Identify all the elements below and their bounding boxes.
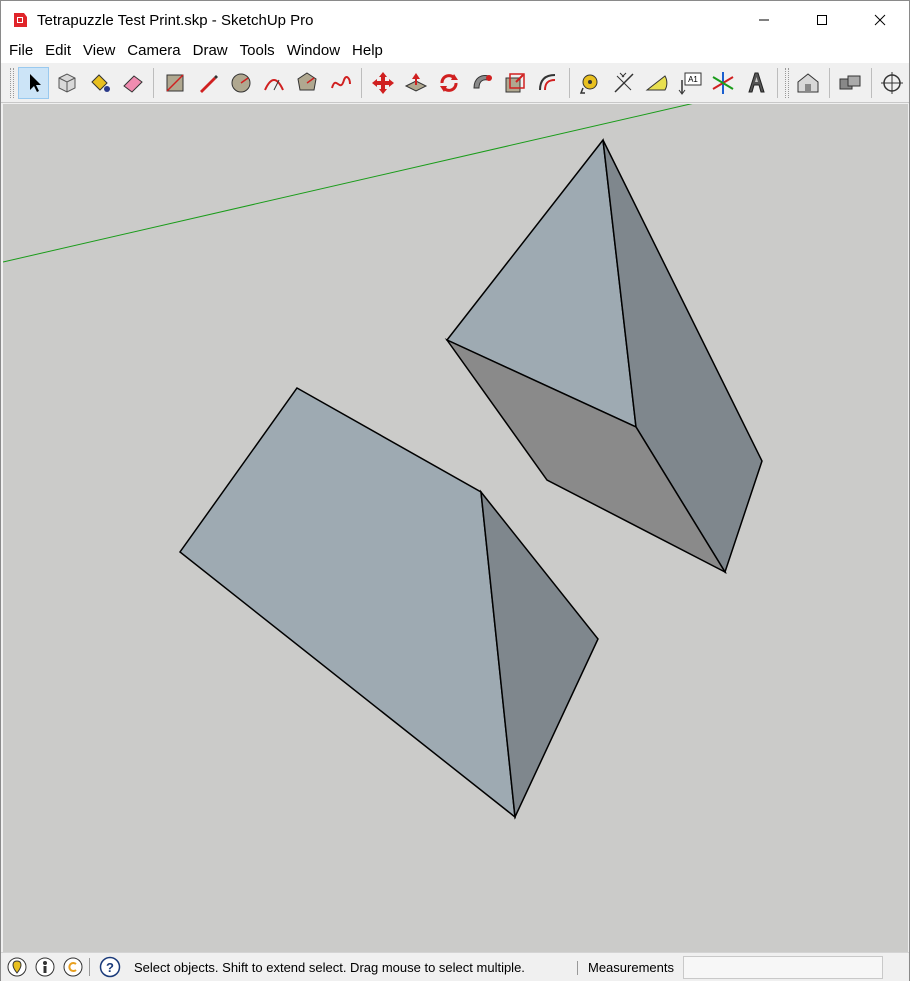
- polygon-icon: [297, 71, 318, 90]
- polygon-button[interactable]: [292, 67, 323, 99]
- sketchup-window: Tetrapuzzle Test Print.skp - SketchUp Pr…: [0, 0, 910, 981]
- circle-icon: [231, 73, 251, 92]
- rotate-icon: [439, 73, 458, 92]
- menu-draw[interactable]: Draw: [187, 39, 234, 63]
- toolbar-separator: [776, 67, 778, 98]
- position-camera-icon: [881, 71, 904, 94]
- status-bar: ? Select objects. Shift to extend select…: [1, 952, 909, 981]
- right-puzzle-piece[interactable]: [444, 138, 763, 574]
- copyright-icon: [63, 957, 83, 977]
- menu-file[interactable]: File: [3, 39, 39, 63]
- menu-edit[interactable]: Edit: [39, 39, 77, 63]
- minimize-button[interactable]: [735, 1, 793, 39]
- geo-location-icon: [7, 957, 27, 977]
- toolbar-separator: [153, 67, 155, 98]
- arc-icon: [264, 78, 285, 90]
- model-viewport[interactable]: [3, 104, 908, 952]
- geo-location-button[interactable]: [5, 955, 29, 979]
- protractor-icon: [645, 74, 667, 90]
- window-controls: [735, 1, 909, 39]
- toolbar-separator: [568, 67, 570, 98]
- toolbar-separator: [828, 67, 830, 98]
- instructor-button[interactable]: ?: [98, 955, 122, 979]
- menu-tools[interactable]: Tools: [234, 39, 281, 63]
- make-component-button[interactable]: [51, 67, 82, 99]
- svg-text:A1: A1: [688, 75, 698, 84]
- push-pull-button[interactable]: [400, 67, 431, 99]
- sketchup-logo-icon: [11, 11, 29, 29]
- maximize-icon: [817, 15, 827, 25]
- rectangle-icon: [166, 73, 184, 92]
- make-component-icon: [58, 72, 76, 93]
- move-button[interactable]: [367, 67, 398, 99]
- freehand-button[interactable]: [325, 67, 356, 99]
- credits-icon: [35, 957, 55, 977]
- measurements-input[interactable]: [683, 956, 883, 979]
- tape-measure-icon: [580, 74, 598, 94]
- eraser-icon: [123, 74, 143, 93]
- scale-icon: [505, 72, 525, 92]
- rectangle-button[interactable]: [159, 67, 190, 99]
- title-bar: Tetrapuzzle Test Print.skp - SketchUp Pr…: [1, 1, 909, 39]
- offset-button[interactable]: [533, 67, 564, 99]
- scale-button[interactable]: [500, 67, 531, 99]
- text-tool-button[interactable]: A1: [674, 67, 705, 99]
- toolbar-grip[interactable]: [10, 67, 14, 98]
- text-icon: A1: [678, 72, 702, 95]
- extension-warehouse-button[interactable]: [835, 67, 866, 99]
- push-pull-icon: [404, 72, 427, 92]
- offset-icon: [539, 73, 556, 90]
- toolbar-separator: [870, 67, 872, 98]
- warehouse-button[interactable]: [793, 67, 824, 99]
- sign-in-button[interactable]: [61, 955, 85, 979]
- close-icon: [874, 14, 886, 26]
- measurements-label: Measurements: [588, 960, 674, 975]
- position-camera-button[interactable]: [877, 67, 908, 99]
- eraser-button[interactable]: [117, 67, 148, 99]
- left-piece-top-face: [178, 387, 516, 819]
- status-divider: [89, 958, 90, 976]
- 3d-text-button[interactable]: [740, 67, 771, 99]
- menu-camera[interactable]: Camera: [121, 39, 186, 63]
- toolbar-grip[interactable]: [784, 67, 789, 98]
- circle-button[interactable]: [226, 67, 257, 99]
- extension-icon: [839, 75, 861, 89]
- credits-button[interactable]: [33, 955, 57, 979]
- maximize-button[interactable]: [793, 1, 851, 39]
- minimize-icon: [759, 19, 769, 21]
- select-icon: [29, 73, 41, 92]
- axes-button[interactable]: [707, 67, 738, 99]
- arc-button[interactable]: [259, 67, 290, 99]
- line-icon: [200, 74, 219, 93]
- 3d-text-icon: [748, 72, 765, 92]
- measurements-separator: [577, 961, 578, 975]
- toolbar-separator: [361, 67, 363, 98]
- dimension-button[interactable]: [608, 67, 639, 99]
- window-title: Tetrapuzzle Test Print.skp - SketchUp Pr…: [37, 11, 314, 29]
- menu-view[interactable]: View: [77, 39, 121, 63]
- svg-text:?: ?: [106, 960, 114, 975]
- follow-me-button[interactable]: [467, 67, 498, 99]
- model-scene: [3, 104, 763, 820]
- menu-bar: File Edit View Camera Draw Tools Window …: [1, 39, 909, 63]
- close-button[interactable]: [851, 1, 909, 39]
- tape-measure-button[interactable]: [575, 67, 606, 99]
- menu-help[interactable]: Help: [346, 39, 389, 63]
- line-button[interactable]: [193, 67, 224, 99]
- select-tool-button[interactable]: [17, 66, 50, 99]
- axes-icon: [712, 71, 734, 94]
- paint-bucket-button[interactable]: [84, 67, 115, 99]
- follow-me-icon: [473, 74, 493, 88]
- freehand-icon: [330, 75, 351, 88]
- menu-window[interactable]: Window: [281, 39, 346, 63]
- status-message: Select objects. Shift to extend select. …: [134, 959, 525, 975]
- rotate-button[interactable]: [433, 67, 464, 99]
- main-toolbar: A1: [1, 63, 909, 103]
- help-icon: ?: [99, 956, 121, 978]
- dimension-icon: [614, 72, 634, 93]
- move-icon: [371, 71, 394, 94]
- protractor-button[interactable]: [641, 67, 672, 99]
- paint-bucket-icon: [91, 73, 110, 92]
- warehouse-icon: [797, 72, 819, 92]
